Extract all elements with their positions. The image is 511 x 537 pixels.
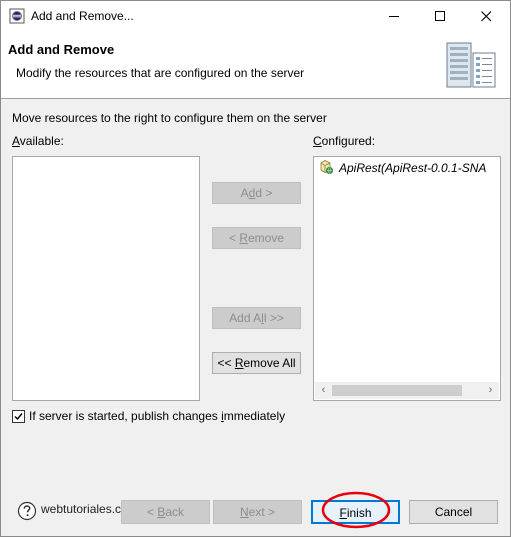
close-icon	[481, 11, 492, 22]
publish-checkbox[interactable]	[12, 410, 25, 423]
maximize-icon	[435, 11, 445, 21]
publish-checkbox-label[interactable]: If server is started, publish changes im…	[29, 409, 285, 423]
back-button[interactable]: < Back	[121, 500, 210, 524]
scroll-right-icon[interactable]: ›	[482, 382, 499, 399]
window-title: Add and Remove...	[31, 9, 134, 23]
horizontal-scrollbar[interactable]: ‹ ›	[315, 382, 499, 399]
server-icon	[446, 42, 496, 88]
minimize-button[interactable]	[372, 1, 418, 31]
maximize-button[interactable]	[418, 1, 464, 31]
instructions-text: Move resources to the right to configure…	[12, 111, 327, 125]
list-item-label: ApiRest(ApiRest-0.0.1-SNA	[339, 161, 487, 175]
close-button[interactable]	[464, 1, 510, 31]
annotation-circle	[321, 491, 391, 529]
banner-title: Add and Remove	[8, 42, 115, 57]
configured-label: Configured:	[313, 134, 376, 148]
scroll-thumb[interactable]	[332, 385, 462, 396]
remove-all-button[interactable]: << Remove All	[212, 352, 301, 374]
add-all-button[interactable]: Add All >>	[212, 307, 301, 329]
help-icon[interactable]	[17, 501, 37, 521]
scroll-left-icon[interactable]: ‹	[315, 382, 332, 399]
available-label: Available:	[12, 134, 64, 148]
available-list[interactable]	[12, 156, 200, 401]
banner-subtitle: Modify the resources that are configured…	[16, 66, 305, 80]
remove-button[interactable]: < Remove	[212, 227, 301, 249]
header-banner: Add and Remove Modify the resources that…	[1, 31, 510, 99]
eclipse-app-icon	[9, 8, 25, 24]
checkmark-icon	[14, 413, 23, 421]
cancel-button[interactable]: Cancel	[409, 500, 498, 524]
add-button[interactable]: Add >	[212, 182, 301, 204]
configured-list[interactable]: ApiRest(ApiRest-0.0.1-SNA ‹ ›	[313, 156, 501, 401]
title-bar[interactable]: Add and Remove...	[1, 1, 510, 31]
add-remove-dialog: Add and Remove... Add and Remove Modify …	[0, 0, 511, 537]
minimize-icon	[389, 16, 399, 17]
next-button[interactable]: Next >	[213, 500, 302, 524]
web-project-icon	[320, 160, 334, 175]
